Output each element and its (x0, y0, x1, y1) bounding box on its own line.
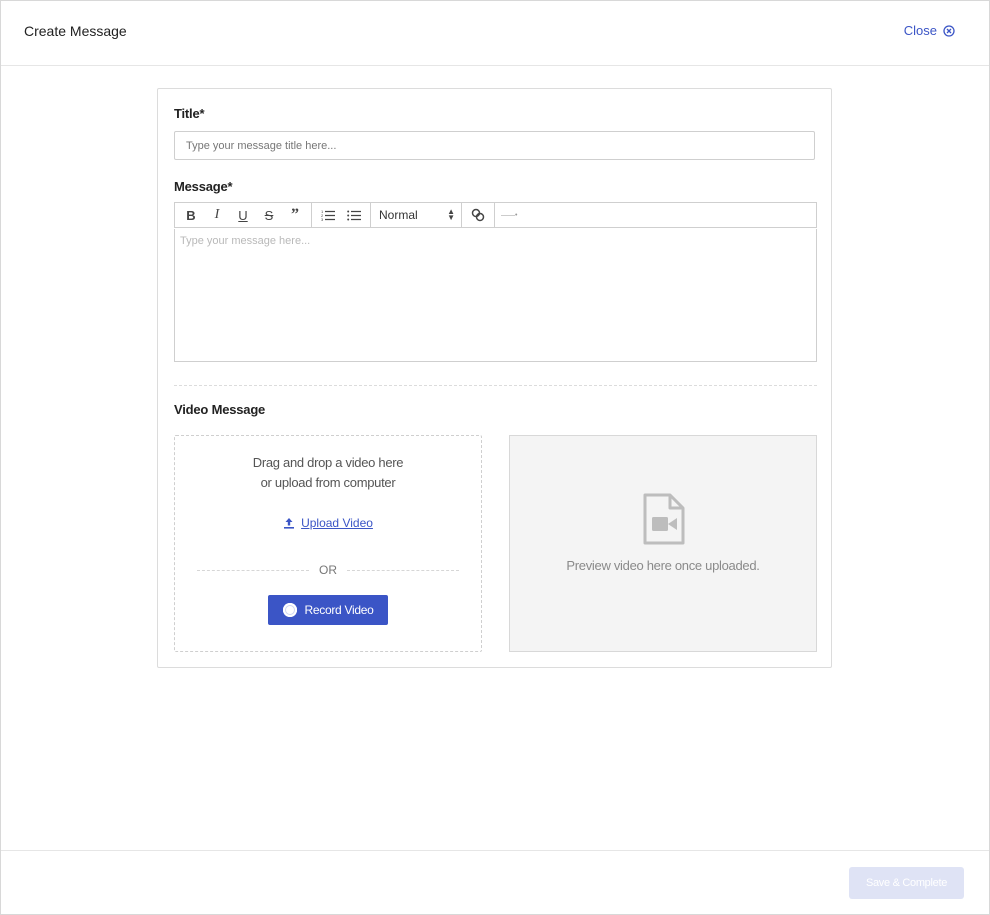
or-separator: OR (197, 563, 459, 577)
modal-title: Create Message (24, 23, 127, 39)
video-preview-panel: Preview video here once uploaded. (509, 435, 817, 652)
close-button[interactable]: Close (904, 23, 955, 38)
editor-toolbar: B I U S ” 1 2 3 Normal ▲ ▼ ——• (174, 202, 817, 228)
strikethrough-button[interactable]: S (256, 204, 282, 226)
section-divider (174, 385, 817, 386)
blockquote-button[interactable]: ” (282, 204, 308, 226)
toolbar-link-group (462, 203, 495, 227)
video-file-icon (643, 493, 685, 545)
preview-placeholder-text: Preview video here once uploaded. (566, 558, 760, 573)
toolbar-extra: ——• (501, 211, 518, 219)
italic-button[interactable]: I (204, 204, 230, 226)
modal-footer: Save & Complete (1, 850, 989, 915)
close-label: Close (903, 23, 937, 38)
message-form-card: Title* Message* B I U S ” 1 2 3 (157, 88, 832, 668)
bold-button[interactable]: B (178, 204, 204, 226)
or-line-right (347, 569, 459, 571)
message-editor[interactable]: Type your message here... (174, 229, 817, 362)
title-input[interactable] (174, 131, 815, 160)
create-message-modal: Create Message Close Title* Message* B I… (0, 0, 990, 915)
upload-icon (284, 518, 295, 529)
message-label: Message* (174, 179, 233, 194)
title-label: Title* (174, 106, 205, 121)
bullet-list-icon (347, 210, 361, 221)
select-arrows-icon: ▲ ▼ (447, 207, 455, 222)
underline-button[interactable]: U (230, 204, 256, 226)
upload-video-label: Upload Video (301, 516, 373, 530)
or-line-left (197, 569, 309, 571)
ordered-list-icon: 1 2 3 (321, 209, 335, 221)
ordered-list-button[interactable]: 1 2 3 (315, 204, 341, 226)
toolbar-format-group: B I U S ” (175, 203, 312, 227)
toolbar-list-group: 1 2 3 (312, 203, 371, 227)
record-video-button[interactable]: Record Video (268, 595, 388, 625)
save-complete-button[interactable]: Save & Complete (849, 867, 964, 899)
bullet-list-button[interactable] (341, 204, 367, 226)
link-icon (471, 208, 485, 222)
text-format-select[interactable]: Normal ▲ ▼ (371, 204, 461, 226)
video-message-label: Video Message (174, 402, 266, 417)
toolbar-header-group: Normal ▲ ▼ (371, 203, 462, 227)
video-drop-zone[interactable]: Drag and drop a video here or upload fro… (174, 435, 482, 652)
drop-instructions: Drag and drop a video here or upload fro… (175, 453, 481, 493)
record-video-label: Record Video (304, 603, 374, 617)
modal-header: Create Message Close (1, 1, 989, 66)
text-format-value: Normal (379, 208, 418, 222)
drop-text-line2: or upload from computer (260, 475, 396, 490)
close-circle-icon (943, 24, 955, 37)
upload-video-link[interactable]: Upload Video (175, 516, 481, 530)
record-dot-icon (282, 603, 297, 617)
svg-text:3: 3 (321, 217, 324, 221)
drop-text-line1: Drag and drop a video here (252, 455, 404, 470)
or-label: OR (319, 563, 337, 577)
link-button[interactable] (465, 204, 491, 226)
